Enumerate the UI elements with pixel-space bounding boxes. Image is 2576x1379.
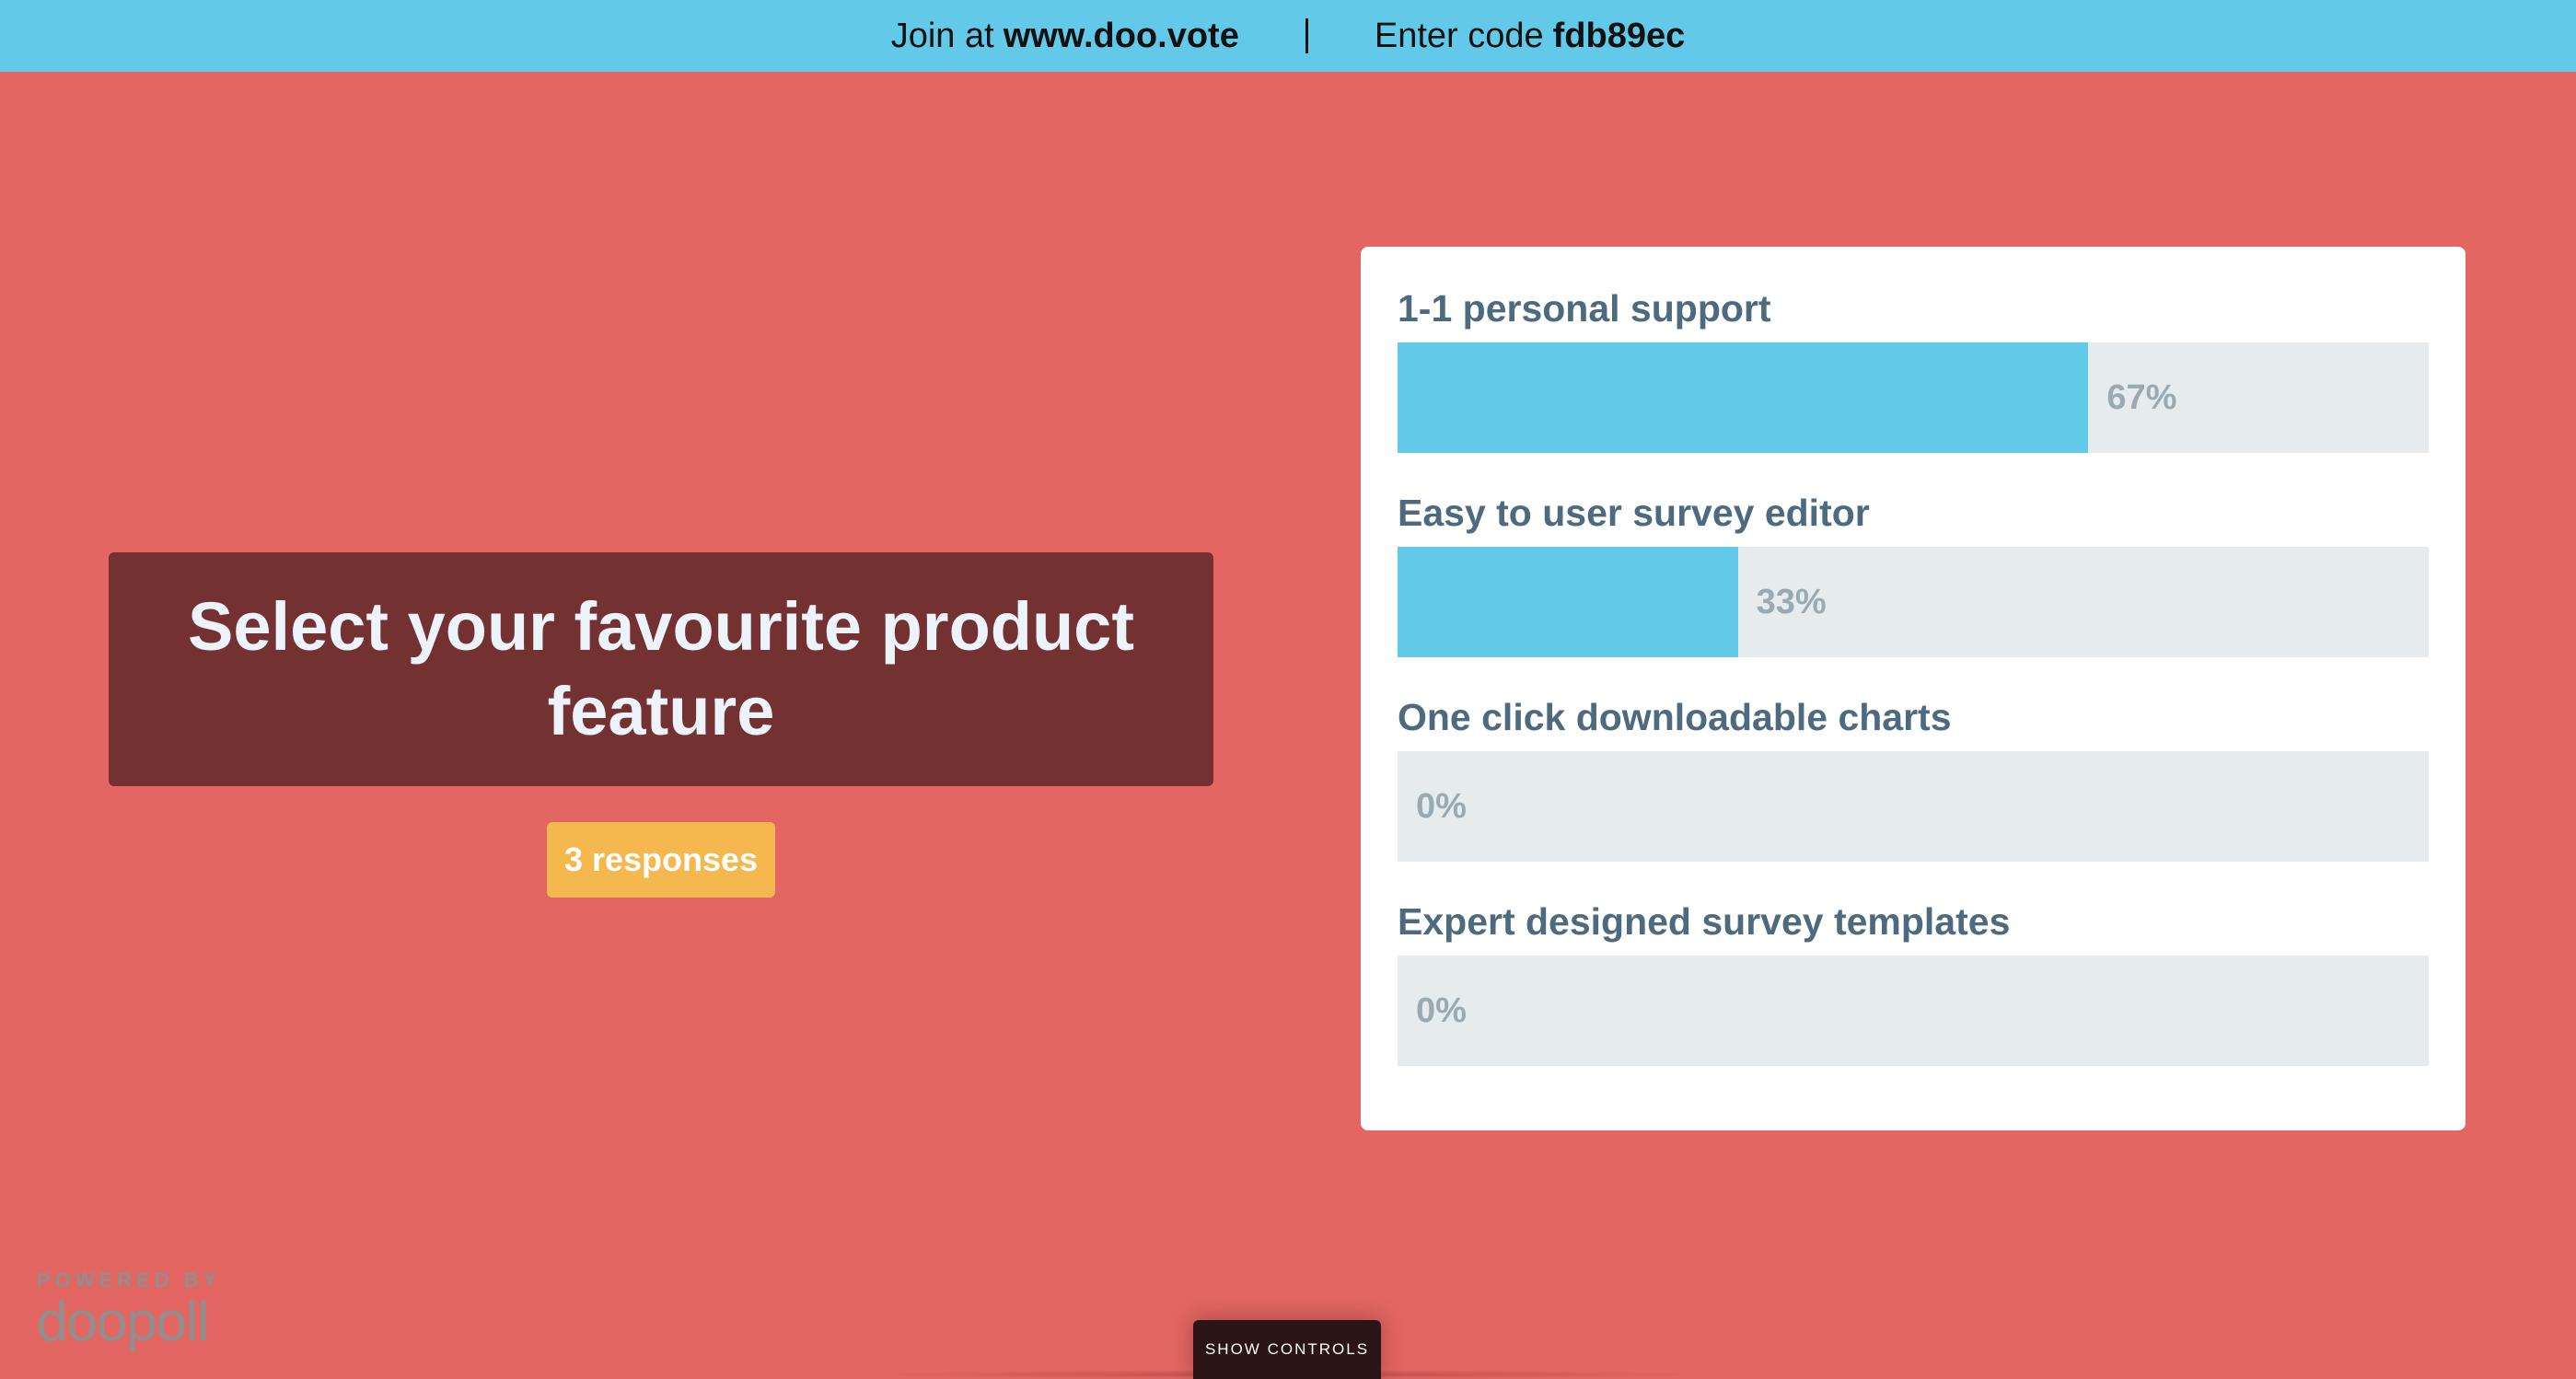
result-percent: 0%	[1416, 991, 1467, 1030]
join-prefix: Join at	[890, 16, 994, 55]
banner-divider	[1305, 18, 1308, 53]
result-option: 1-1 personal support 67%	[1398, 285, 2429, 453]
result-bar-track: 67%	[1398, 342, 2429, 453]
powered-by-label: POWERED BY	[37, 1269, 222, 1292]
responses-badge: 3 responses	[547, 822, 775, 898]
result-option: Easy to user survey editor 33%	[1398, 490, 2429, 657]
show-controls-button[interactable]: SHOW CONTROLS	[1193, 1320, 1381, 1379]
powered-by-logo[interactable]: POWERED BY doopoll	[37, 1269, 221, 1351]
option-label: Easy to user survey editor	[1398, 492, 1870, 534]
result-bar-fill	[1398, 547, 1738, 657]
result-bar-track: 0%	[1398, 751, 2429, 862]
code-info: Enter code fdb89ec	[1375, 17, 1685, 56]
result-percent: 0%	[1416, 786, 1467, 826]
result-percent: 33%	[1756, 582, 1827, 621]
option-label: Expert designed survey templates	[1398, 900, 2011, 943]
event-code: fdb89ec	[1552, 16, 1686, 55]
result-bar-fill	[1398, 342, 2089, 453]
join-banner: Join at www.doo.vote Enter code fdb89ec	[0, 0, 2576, 72]
results-panel: 1-1 personal support 67% Easy to user su…	[1361, 247, 2466, 1130]
result-percent: 67%	[2106, 377, 2177, 417]
join-info: Join at www.doo.vote	[891, 17, 1239, 56]
question-title: Select your favourite product feature	[188, 588, 1134, 749]
join-url[interactable]: www.doo.vote	[1004, 17, 1239, 56]
result-option: One click downloadable charts 0%	[1398, 694, 2429, 862]
option-label: One click downloadable charts	[1398, 696, 1952, 738]
result-bar-track: 33%	[1398, 547, 2429, 657]
result-option: Expert designed survey templates 0%	[1398, 898, 2429, 1066]
result-bar-track: 0%	[1398, 956, 2429, 1066]
code-prefix: Enter code	[1374, 16, 1544, 55]
option-label: 1-1 personal support	[1398, 287, 1771, 330]
question-card: Select your favourite product feature	[109, 552, 1213, 786]
brand-logo: doopoll	[37, 1291, 210, 1352]
